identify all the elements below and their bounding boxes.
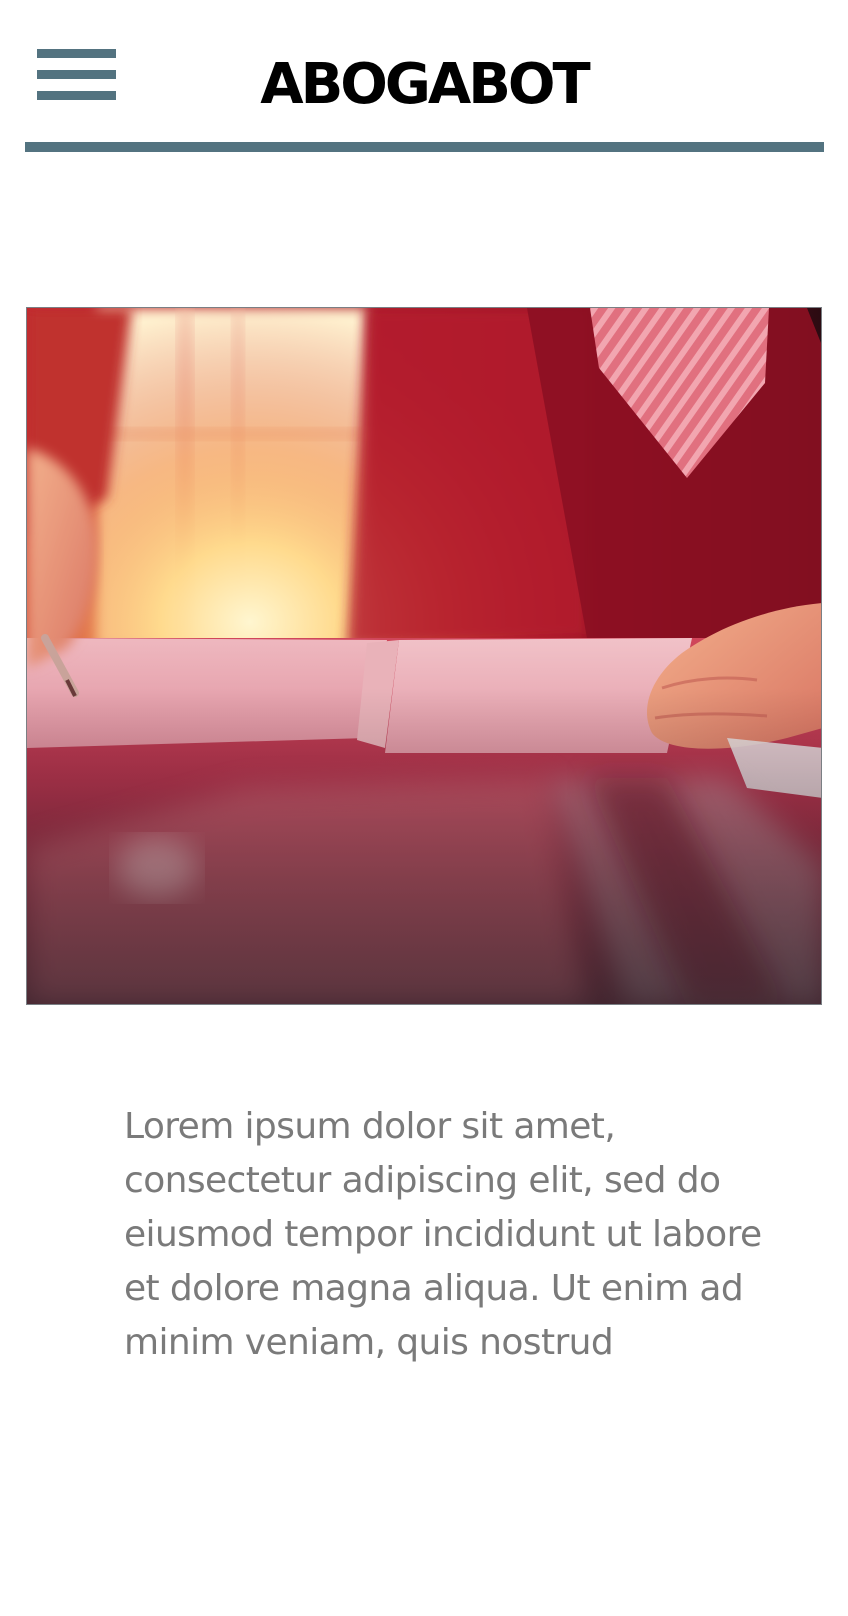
content-paragraph: Lorem ipsum dolor sit amet, consectetur … bbox=[124, 1106, 762, 1363]
brand-title: ABOGABOT bbox=[260, 52, 590, 117]
header-divider bbox=[25, 142, 824, 152]
app-header: ABOGABOT bbox=[0, 0, 848, 152]
hero-image bbox=[26, 307, 822, 1005]
